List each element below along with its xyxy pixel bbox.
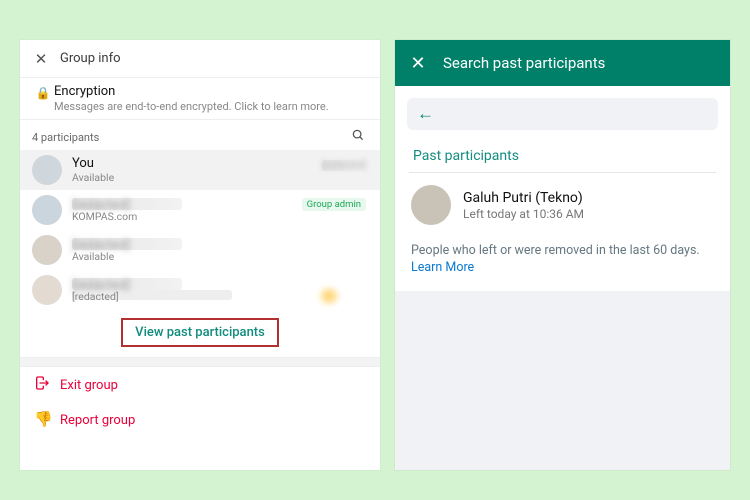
group-info-title: Group info [60, 51, 121, 66]
exit-icon [34, 375, 60, 395]
group-info-header: ✕ Group info [20, 40, 380, 78]
search-back-bar[interactable]: ← [407, 98, 718, 130]
participant-row[interactable]: [redacted] KOMPAS.com Group admin [20, 190, 380, 230]
past-participants-header: ✕ Search past participants [395, 40, 730, 86]
exit-group-label: Exit group [60, 378, 118, 393]
report-group-label: Report group [60, 413, 135, 428]
participant-name: You [72, 156, 114, 171]
group-info-panel: ✕ Group info 🔒 Encryption Messages are e… [20, 40, 380, 470]
participant-phone: [redacted] [322, 160, 366, 171]
report-group-button[interactable]: 👍 Report group [20, 403, 380, 437]
encryption-row[interactable]: 🔒 Encryption Messages are end-to-end enc… [20, 78, 380, 120]
past-participant-name: Galuh Putri (Tekno) [463, 190, 584, 206]
exit-group-button[interactable]: Exit group [20, 367, 380, 403]
search-icon[interactable] [348, 128, 368, 146]
section-divider [20, 357, 380, 367]
participants-list: You Available [redacted] [redacted] KOMP… [20, 150, 380, 310]
learn-more-link[interactable]: Learn More [411, 260, 474, 275]
participant-status: Available [72, 171, 114, 184]
participant-row[interactable]: You Available [redacted] [20, 150, 380, 190]
avatar [32, 195, 62, 225]
past-participant-row[interactable]: Galuh Putri (Tekno) Left today at 10:36 … [395, 173, 730, 237]
past-participants-title: Search past participants [443, 54, 605, 72]
lock-icon: 🔒 [32, 84, 54, 100]
participant-row[interactable]: [redacted] [redacted] [20, 270, 380, 310]
arrow-left-icon: ← [417, 104, 434, 124]
view-past-participants-row: View past participants [20, 310, 380, 357]
avatar [32, 155, 62, 185]
thumbs-down-icon: 👍 [34, 411, 60, 429]
avatar [32, 275, 62, 305]
past-participants-info: People who left or were removed in the l… [395, 237, 730, 291]
view-past-participants-button[interactable]: View past participants [121, 318, 279, 347]
participant-row[interactable]: [redacted] Available [20, 230, 380, 270]
participants-count: 4 participants [32, 131, 99, 144]
past-participants-panel: ✕ Search past participants ← Past partic… [395, 40, 730, 470]
participant-name: [redacted] [72, 198, 182, 210]
info-text: People who left or were removed in the l… [411, 243, 700, 258]
admin-badge: Group admin [302, 198, 366, 211]
participants-header: 4 participants [20, 120, 380, 150]
participant-name: [redacted] [72, 278, 182, 290]
past-participants-section-label: Past participants [395, 130, 730, 172]
avatar [411, 185, 451, 225]
participant-name: [redacted] [72, 238, 182, 250]
close-icon[interactable]: ✕ [407, 53, 429, 74]
close-icon[interactable]: ✕ [30, 50, 52, 68]
avatar [32, 235, 62, 265]
empty-area [395, 291, 730, 470]
encryption-title: Encryption [54, 84, 329, 99]
encryption-subtitle: Messages are end-to-end encrypted. Click… [54, 100, 329, 113]
blur-artifact [318, 288, 340, 304]
past-participant-left-time: Left today at 10:36 AM [463, 207, 584, 221]
